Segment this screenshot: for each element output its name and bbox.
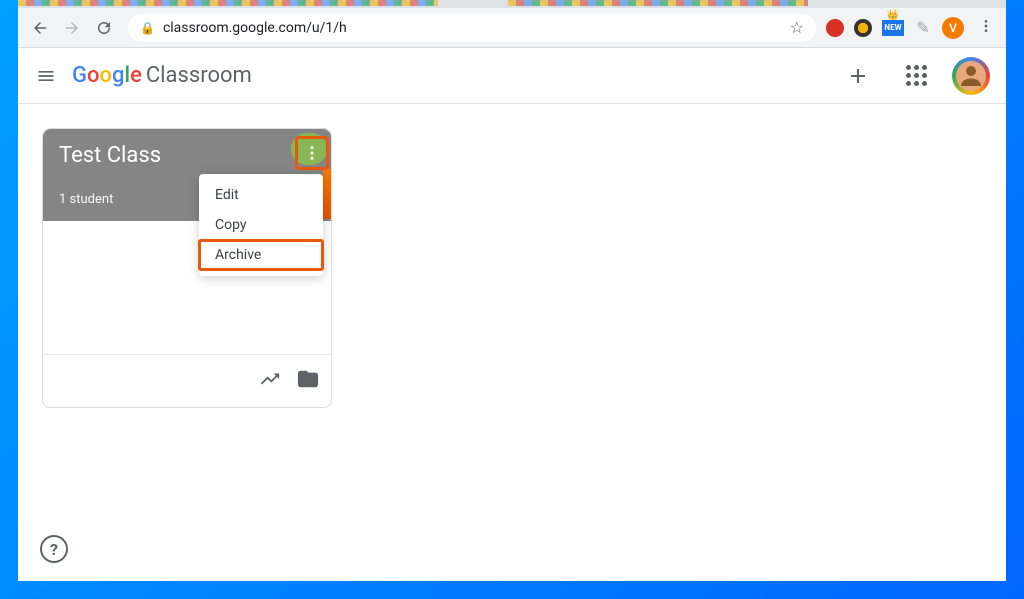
create-class-button[interactable]	[836, 54, 880, 98]
profile-avatar-small[interactable]: V	[942, 17, 964, 39]
back-button[interactable]	[26, 14, 54, 42]
arrow-left-icon	[31, 19, 49, 37]
dots-vertical-icon	[303, 144, 321, 162]
class-options-menu: Edit Copy Archive	[199, 174, 323, 276]
folder-icon	[297, 368, 319, 390]
reload-button[interactable]	[90, 14, 118, 42]
class-card-header[interactable]: Test Class 1 student Edit Copy Archive	[43, 129, 331, 221]
folder-button[interactable]	[297, 368, 319, 394]
dots-vertical-icon	[978, 18, 994, 34]
menu-item-edit[interactable]: Edit	[199, 180, 323, 210]
class-card-footer	[43, 355, 331, 407]
plus-icon	[846, 64, 870, 88]
reload-icon	[95, 19, 113, 37]
trending-up-icon	[259, 368, 281, 390]
browser-window: 🔒 classroom.google.com/u/1/h ☆ NEW ✎ V G…	[18, 0, 1006, 581]
apps-grid-icon	[906, 65, 927, 86]
gradebook-button[interactable]	[259, 368, 281, 394]
google-apps-button[interactable]	[894, 54, 938, 98]
app-content: Google Classroom Test Class 1 student	[18, 48, 1006, 581]
address-bar[interactable]: 🔒 classroom.google.com/u/1/h ☆	[128, 14, 816, 42]
app-name: Classroom	[146, 63, 252, 88]
app-header: Google Classroom	[18, 48, 1006, 104]
forward-button	[58, 14, 86, 42]
menu-item-archive[interactable]: Archive	[199, 240, 323, 270]
app-logo[interactable]: Google Classroom	[72, 63, 252, 88]
browser-toolbar: 🔒 classroom.google.com/u/1/h ☆ NEW ✎ V	[18, 8, 1006, 48]
class-options-button[interactable]	[295, 136, 329, 170]
classes-grid: Test Class 1 student Edit Copy Archive	[18, 104, 1006, 581]
class-card[interactable]: Test Class 1 student Edit Copy Archive	[42, 128, 332, 408]
extension-new-badge[interactable]: NEW	[882, 20, 904, 36]
lock-icon: 🔒	[140, 21, 155, 35]
hamburger-icon	[36, 66, 56, 86]
menu-item-copy[interactable]: Copy	[199, 210, 323, 240]
url-text: classroom.google.com/u/1/h	[163, 20, 347, 36]
extension-icon[interactable]	[826, 19, 844, 37]
avatar-icon	[954, 59, 988, 93]
card-decoration	[323, 169, 331, 219]
account-button[interactable]	[952, 57, 990, 95]
browser-tab-strip[interactable]	[18, 0, 1006, 8]
help-button[interactable]: ?	[40, 535, 68, 563]
help-icon: ?	[50, 540, 58, 559]
extension-icon[interactable]	[854, 19, 872, 37]
extensions-bar: NEW ✎ V	[826, 17, 998, 39]
extension-icon[interactable]: ✎	[914, 19, 932, 37]
class-title: Test Class	[59, 143, 315, 168]
main-menu-button[interactable]	[34, 64, 58, 88]
star-icon[interactable]: ☆	[790, 18, 804, 37]
arrow-right-icon	[63, 19, 81, 37]
browser-menu-icon[interactable]	[974, 18, 998, 38]
